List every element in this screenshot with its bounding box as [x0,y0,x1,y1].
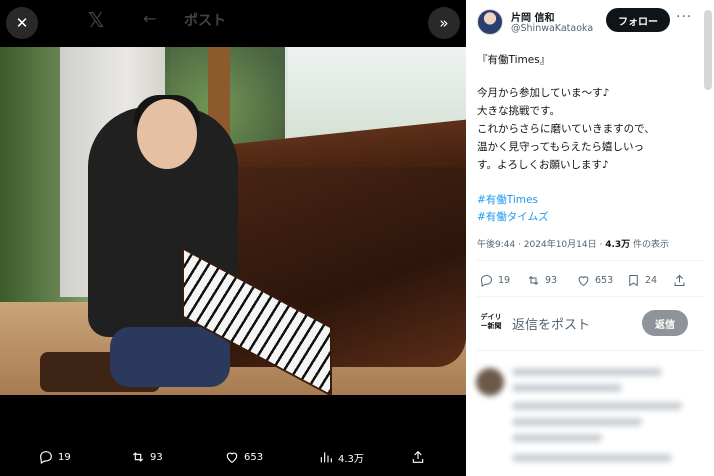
like-count: 653 [595,275,614,286]
viewer-stats-bar: 19 93 653 4.3万 [0,449,466,471]
reply-icon [40,451,52,465]
like-button[interactable]: 653 [576,273,613,288]
tweet-timestamp[interactable]: 午後9:44 · 2024年10月14日 · [477,240,605,250]
analytics-icon [320,452,332,463]
media-viewer: ✕ 𝕏 ← ポスト » 19 93 653 4.3万 [0,0,466,476]
hashtag-link[interactable]: #有働Times [477,192,538,207]
share-icon [412,450,424,463]
repost-count: 93 [545,275,558,286]
more-options-icon[interactable]: ··· [676,9,692,25]
viewer-like-count: 653 [244,451,264,463]
share-icon [674,274,685,286]
reply-input[interactable]: 返信をポスト [512,314,590,333]
reply-avatar: デイリー新聞 [479,310,503,334]
follow-button[interactable]: フォロー [606,8,670,32]
viewer-reply-button[interactable]: 19 [38,449,71,465]
bookmark-count: 24 [645,275,658,286]
divider [477,260,703,261]
back-arrow-icon: ← [143,9,157,28]
viewer-views-button[interactable]: 4.3万 [318,449,364,465]
viewer-reply-count: 19 [58,451,71,463]
tweet-text-line: これからさらに磨いていきますので、 [477,123,655,135]
repost-button[interactable]: 93 [526,273,557,288]
heart-icon [578,276,589,287]
chevrons-right-icon: » [439,14,449,32]
tweet-text-line: 『有働Times』 [477,54,551,66]
avatar[interactable] [477,9,503,35]
viewer-repost-button[interactable]: 93 [130,449,163,465]
tweet-text-line: す。よろしくお願いします♪ [477,159,609,171]
x-logo-icon: 𝕏 [88,8,105,32]
reply-submit-button[interactable]: 返信 [642,310,688,336]
tweet-text-line: 大きな挑戦です。 [477,105,560,117]
tweet-panel: 片岡 信和 @ShinwaKataoka フォロー ··· 『有働Times』 … [466,0,714,476]
tweet-view-count: 4.3万 [605,240,631,250]
close-icon: ✕ [15,14,29,32]
close-button[interactable]: ✕ [6,7,38,39]
repost-icon [528,276,539,285]
ghost-page-title: ポスト [184,13,226,29]
repost-icon [132,452,144,462]
tweet-views-suffix: 件の表示 [630,240,670,250]
author-handle[interactable]: @ShinwaKataoka [511,23,593,34]
share-button[interactable] [672,273,687,288]
hashtag-link[interactable]: #有働タイムズ [477,209,549,224]
reply-button[interactable]: 19 [479,273,510,288]
reply-icon [480,274,493,288]
viewer-top-bar: ✕ 𝕏 ← ポスト » [0,0,466,46]
blurred-reply [466,350,714,476]
bookmark-button[interactable]: 24 [626,273,657,288]
divider [477,296,703,297]
scrollbar[interactable] [704,10,712,90]
tweet-photo[interactable] [0,47,466,395]
toggle-panel-button[interactable]: » [428,7,460,39]
reply-count: 19 [498,275,511,286]
bookmark-icon [629,275,638,287]
viewer-like-button[interactable]: 653 [224,449,263,465]
tweet-meta: 午後9:44 · 2024年10月14日 · 4.3万 件の表示 [477,237,669,250]
viewer-share-button[interactable] [410,449,426,465]
author-display-name[interactable]: 片岡 信和 [511,9,554,24]
tweet-text-line: 今月から参加していま～す♪ [477,87,610,99]
tweet-text-line: 温かく見守ってもらえたら嬉しいっ [477,141,644,153]
viewer-repost-count: 93 [150,451,163,463]
viewer-views-count: 4.3万 [338,453,364,465]
heart-icon [226,452,238,464]
